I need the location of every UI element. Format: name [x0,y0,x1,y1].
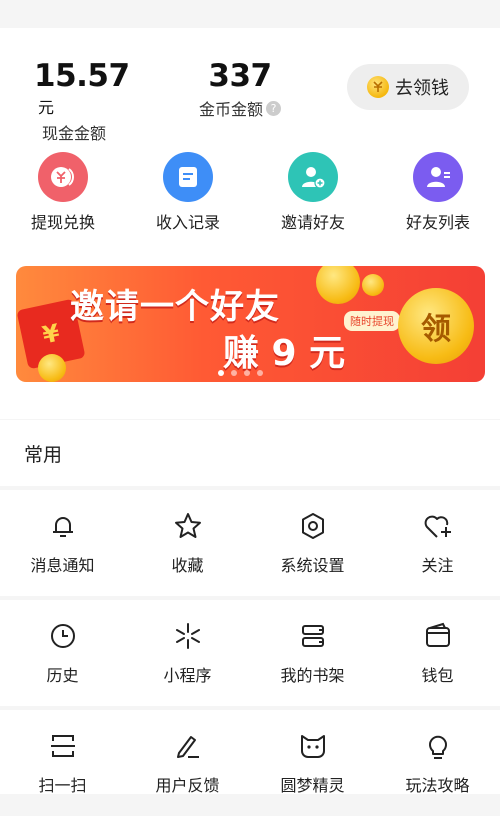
menu-item-feedback[interactable]: 用户反馈 [125,710,250,816]
menu-item-settings[interactable]: 系统设置 [250,490,375,596]
quick-action-label: 收入记录 [155,213,220,232]
menu-item-bookshelf[interactable]: 我的书架 [250,600,375,706]
bookshelf-icon [250,620,375,652]
coin-decoration [316,266,360,304]
quick-action-label: 提现兑换 [30,213,95,232]
coin-decoration [38,354,66,382]
quick-action-income[interactable]: 收入记录 [128,152,248,233]
cash-balance[interactable]: 15.57 元 现金金额 [34,58,144,144]
clock-icon [0,620,125,652]
menu-item-label: 圆梦精灵 [280,776,345,795]
menu-item-label: 系统设置 [280,556,345,575]
earn-button-label: 去领钱 [395,78,449,99]
menu-item-label: 历史 [46,666,79,685]
coin-label: 金币金额 [198,100,263,119]
invite-banner[interactable]: ¥ 邀请一个好友 随时提现 赚 9 元 领 [16,266,485,382]
menu-item-guide[interactable]: 玩法攻略 [375,710,500,816]
pagination-dot[interactable] [218,370,224,376]
cat-icon [250,730,375,762]
menu-item-wallet[interactable]: 钱包 [375,600,500,706]
menu-item-mini-program[interactable]: 小程序 [125,600,250,706]
menu-item-label: 收藏 [171,556,204,575]
menu-item-favorites[interactable]: 收藏 [125,490,250,596]
common-section: 常用 [0,420,500,486]
banner-reward: 赚 9 元 [223,333,346,374]
menu-item-notifications[interactable]: 消息通知 [0,490,125,596]
grid-row: 消息通知 收藏 系统设置 关注 [0,490,500,596]
quick-action-invite[interactable]: 邀请好友 [253,152,373,233]
pagination-dot[interactable] [231,370,237,376]
coin-value: 337 [208,58,272,94]
scan-icon [0,730,125,762]
feedback-icon [125,730,250,762]
section-title: 常用 [24,444,63,466]
cash-value: 15.57 [34,58,130,94]
menu-item-label: 用户反馈 [155,776,220,795]
wallet-icon [375,620,500,652]
grid-row: 扫一扫 用户反馈 圆梦精灵 玩法攻略 [0,710,500,795]
menu-item-history[interactable]: 历史 [0,600,125,706]
banner-pagination [218,370,263,376]
menu-item-follow[interactable]: 关注 [375,490,500,596]
menu-item-label: 玩法攻略 [405,776,470,795]
claim-coin-icon: 领 [398,288,474,364]
quick-action-exchange[interactable]: 提现兑换 [3,152,123,233]
status-strip [0,0,500,28]
lightbulb-icon [375,730,500,762]
exchange-icon [38,152,88,202]
heart-plus-icon [375,510,500,542]
menu-item-label: 关注 [421,556,454,575]
mini-program-icon [125,620,250,652]
menu-item-label: 我的书架 [280,666,345,685]
pagination-dot[interactable] [257,370,263,376]
coin-decoration [362,274,384,296]
banner-headline: 邀请一个好友 [70,287,280,327]
menu-item-label: 小程序 [163,666,212,685]
record-icon [163,152,213,202]
quick-action-label: 邀请好友 [280,213,345,232]
banner-tag: 随时提现 [344,311,400,331]
cash-label: 现金金额 [42,124,107,143]
menu-item-dream-sprite[interactable]: 圆梦精灵 [250,710,375,816]
earn-money-button[interactable]: 去领钱 [347,64,469,110]
quick-action-label: 好友列表 [405,213,470,232]
menu-item-label: 消息通知 [30,556,95,575]
pagination-dot[interactable] [244,370,250,376]
invite-user-icon [288,152,338,202]
menu-item-label: 钱包 [421,666,454,685]
gear-icon [250,510,375,542]
bell-icon [0,510,125,542]
menu-item-label: 扫一扫 [38,776,87,795]
menu-item-scan[interactable]: 扫一扫 [0,710,125,816]
friend-list-icon [413,152,463,202]
help-icon[interactable]: ? [266,100,281,116]
cash-unit: 元 [38,98,55,117]
grid-row: 历史 小程序 我的书架 钱包 [0,600,500,706]
gold-coin-icon [367,76,389,98]
coin-balance[interactable]: 337 金币金额 ? [190,58,290,120]
star-icon [125,510,250,542]
quick-action-friends[interactable]: 好友列表 [378,152,498,233]
